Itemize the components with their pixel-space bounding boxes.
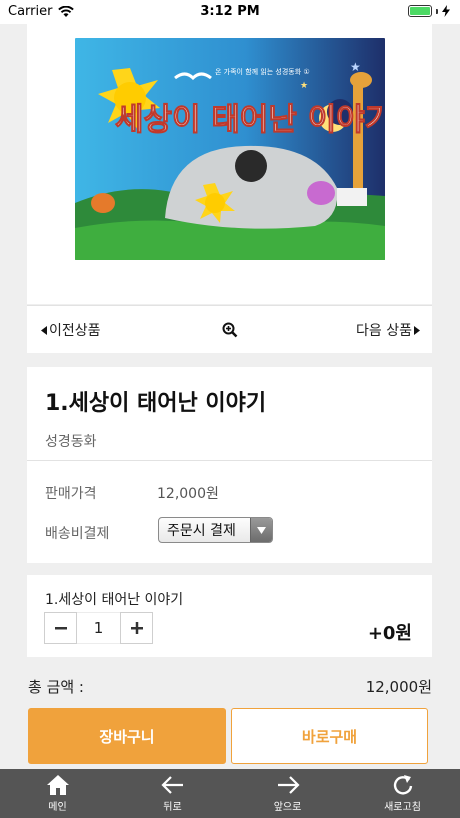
next-product-label: 다음 상품 [356, 323, 412, 339]
cover-series-label: 온 가족이 함께 읽는 성경동화 ① [215, 67, 310, 76]
tab-refresh-label: 새로고침 [384, 802, 421, 813]
cover-title: 세상이 태어난 이야기 [115, 102, 385, 138]
product-nav: 이전상품 다음 상품 [27, 305, 432, 353]
shipping-select[interactable]: 주문시 결제 [158, 517, 273, 543]
caret-right-icon [414, 325, 420, 335]
prev-product-label: 이전상품 [49, 323, 101, 339]
total-value: 12,000원 [365, 678, 432, 696]
decrease-quantity-button[interactable] [44, 612, 77, 644]
tab-back[interactable]: 뒤로 [115, 769, 230, 818]
product-image-card: ★ ★ 온 가족이 함께 읽는 성경동화 ① 세상이 태어난 이야기 [27, 24, 432, 304]
next-product-link[interactable]: 다음 상품 [356, 320, 420, 340]
svg-text:★: ★ [350, 60, 361, 74]
bottom-tab-bar: 메인 뒤로 앞으로 새로고침 [0, 769, 460, 818]
info-divider [27, 460, 432, 461]
status-bar: Carrier 3:12 PM [0, 0, 460, 24]
product-cover-image[interactable]: ★ ★ 온 가족이 함께 읽는 성경동화 ① 세상이 태어난 이야기 [75, 38, 385, 260]
tab-forward[interactable]: 앞으로 [230, 769, 345, 818]
refresh-icon [393, 775, 412, 795]
cover-illustration: ★ ★ 온 가족이 함께 읽는 성경동화 ① 세상이 태어난 이야기 [75, 38, 385, 260]
caret-left-icon [41, 325, 47, 335]
increase-quantity-button[interactable] [120, 612, 153, 644]
zoom-icon[interactable] [222, 322, 238, 338]
shipping-label: 배송비결제 [45, 526, 110, 542]
prev-product-link[interactable]: 이전상품 [41, 320, 101, 340]
option-name: 1.세상이 태어난 이야기 [45, 592, 184, 608]
status-right [408, 5, 450, 17]
arrow-left-icon [160, 776, 183, 794]
tab-back-label: 뒤로 [163, 802, 182, 813]
price-value: 12,000원 [157, 486, 219, 502]
option-price: +0원 [367, 623, 412, 644]
plus-icon [130, 622, 143, 634]
total-label: 총 금액 : [28, 678, 84, 696]
product-category: 성경동화 [45, 434, 97, 450]
product-info-card: 1.세상이 태어난 이야기 성경동화 판매가격 12,000원 배송비결제 주문… [27, 367, 432, 563]
tab-refresh[interactable]: 새로고침 [345, 769, 460, 818]
selected-option-card: 1.세상이 태어난 이야기 +0원 [27, 575, 432, 657]
tab-main[interactable]: 메인 [0, 769, 115, 818]
price-label: 판매가격 [45, 486, 97, 502]
dropdown-arrow-icon [250, 518, 272, 542]
arrow-right-icon [277, 776, 300, 794]
home-icon [46, 775, 69, 795]
minus-icon [54, 627, 67, 630]
quantity-input[interactable] [77, 612, 120, 644]
product-title: 1.세상이 태어난 이야기 [45, 391, 267, 416]
tab-main-label: 메인 [48, 802, 67, 813]
shipping-select-value: 주문시 결제 [167, 523, 236, 539]
tab-forward-label: 앞으로 [273, 802, 302, 813]
battery-cap [436, 8, 438, 14]
svg-text:★: ★ [300, 81, 308, 91]
charging-icon [442, 5, 450, 17]
status-time: 3:12 PM [200, 4, 260, 19]
add-to-cart-button[interactable]: 장바구니 [28, 708, 226, 764]
quantity-stepper [44, 612, 153, 644]
battery-icon [408, 5, 432, 17]
buy-now-button[interactable]: 바로구매 [231, 708, 428, 764]
